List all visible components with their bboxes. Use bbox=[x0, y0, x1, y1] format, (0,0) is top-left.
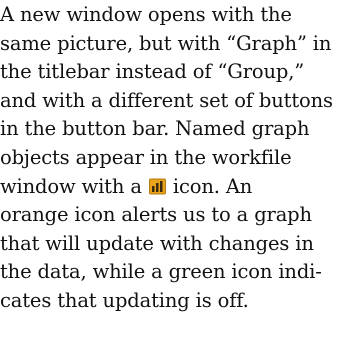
paragraph-line: that will update with changes in bbox=[0, 231, 314, 255]
paragraph-line: orange icon alerts us to a graph bbox=[0, 203, 312, 227]
paragraph-line: the data, while a green icon indi- bbox=[0, 260, 322, 284]
document-paragraph: A new window opens with the same picture… bbox=[0, 0, 363, 315]
paragraph-line: A new window opens with the bbox=[0, 3, 292, 26]
paragraph-line-with-icon: window with a icon. An bbox=[0, 172, 363, 201]
paragraph-line: in the button bar. Named graph bbox=[0, 117, 310, 141]
paragraph-text: icon. An bbox=[172, 174, 253, 198]
paragraph-line: cates that updating is off. bbox=[0, 288, 249, 312]
bar-graph-icon bbox=[148, 178, 166, 195]
paragraph-text: window with a bbox=[0, 174, 142, 198]
paragraph-line: same picture, but with “Graph” in bbox=[0, 31, 332, 55]
paragraph-line: and with a different set of buttons bbox=[0, 88, 333, 112]
paragraph-line: objects appear in the workfile bbox=[0, 145, 292, 169]
paragraph-line: the titlebar instead of “Group,” bbox=[0, 60, 305, 84]
